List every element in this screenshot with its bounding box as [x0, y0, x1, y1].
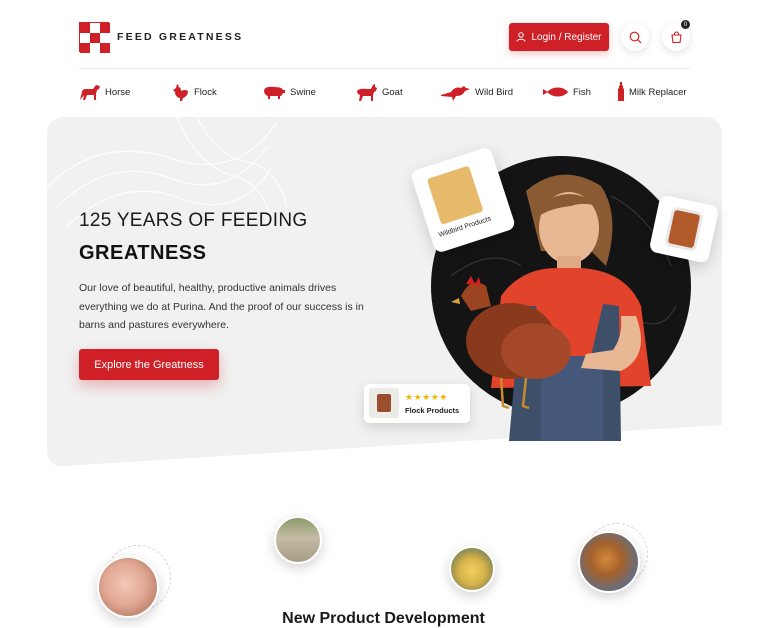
category-horse[interactable]: Horse [79, 78, 130, 106]
chickens-thumbnail [578, 531, 640, 593]
flock-products-card[interactable]: ★★★★★ Flock Products [364, 384, 470, 423]
rating-stars: ★★★★★ [405, 392, 448, 402]
category-label: Milk Replacer [629, 86, 687, 98]
category-flock[interactable]: Flock [171, 78, 217, 106]
search-icon [629, 31, 641, 43]
cart-count-badge: 0 [681, 20, 690, 29]
hero-description: Our love of beautiful, healthy, producti… [79, 282, 364, 331]
ducklings-thumbnail [449, 546, 495, 592]
goat-icon [357, 83, 377, 101]
cart-icon [670, 30, 682, 43]
milk-replacer-bag-image [664, 206, 704, 252]
pig-icon [264, 86, 285, 99]
category-fish[interactable]: Fish [543, 78, 591, 106]
section-title: New Product Development [282, 610, 485, 627]
category-nav: Horse Flock Swine Goat Wild Bird Fish Mi… [79, 78, 690, 106]
cart-button[interactable]: 0 [662, 20, 690, 51]
header-divider [79, 68, 690, 69]
login-register-label: Login / Register [531, 31, 602, 43]
category-label: Horse [105, 86, 131, 98]
hero-title-line1: 125 YEARS OF FEEDING [79, 210, 308, 231]
hero-title-line2: GREATNESS [79, 242, 207, 264]
brand-logo[interactable]: FEED GREATNESS [79, 22, 244, 53]
category-milk-replacer[interactable]: Milk Replacer [617, 78, 687, 106]
site-header: FEED GREATNESS Login / Register 0 [0, 0, 767, 70]
user-icon [516, 32, 526, 42]
category-label: Wild Bird [475, 86, 514, 98]
explore-greatness-button[interactable]: Explore the Greatness [79, 349, 219, 380]
flock-product-thumbnail [369, 388, 399, 418]
goats-thumbnail [274, 516, 322, 564]
category-label: Swine [290, 86, 316, 98]
fish-icon [543, 87, 568, 97]
category-wild-bird[interactable]: Wild Bird [441, 78, 513, 106]
horse-icon [80, 85, 100, 100]
piglets-thumbnail [97, 556, 159, 618]
brand-name: FEED GREATNESS [117, 31, 244, 43]
milk-replacer-product-card[interactable] [648, 194, 720, 264]
chicken-icon [173, 83, 188, 101]
bottle-icon [618, 82, 624, 101]
category-swine[interactable]: Swine [262, 78, 316, 106]
category-label: Goat [382, 86, 403, 98]
checkerboard-logo-icon [79, 22, 110, 53]
bird-icon [441, 86, 470, 101]
login-register-button[interactable]: Login / Register [509, 23, 609, 51]
search-button[interactable] [621, 23, 649, 51]
wildbird-product-bag-image [426, 165, 484, 225]
category-label: Flock [194, 86, 217, 98]
category-label: Fish [573, 86, 591, 98]
flock-products-label: Flock Products [405, 406, 460, 415]
category-goat[interactable]: Goat [356, 78, 403, 106]
